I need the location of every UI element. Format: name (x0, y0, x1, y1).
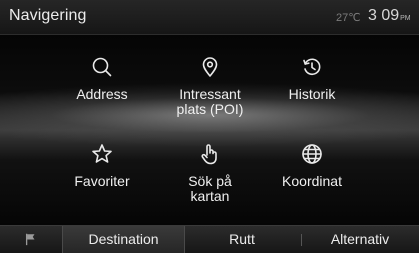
tab-alternatives[interactable]: Alternativ (301, 226, 419, 253)
star-icon (92, 144, 112, 163)
history-button[interactable]: Historik (252, 55, 372, 102)
hand-pointer-icon (201, 144, 217, 165)
favorites-button[interactable]: Favoriter (42, 142, 162, 189)
history-icon (303, 58, 321, 76)
search-icon (92, 57, 112, 77)
clock-ampm: PM (400, 15, 411, 22)
flag-icon (25, 233, 35, 246)
coordinates-button[interactable]: Koordinat (252, 142, 372, 189)
page-title: Navigering (9, 7, 87, 24)
outside-temperature: 27℃ (336, 12, 361, 24)
navigation-screen: Navigering 27℃ 3 09PM Address Intressant… (0, 0, 419, 253)
destination-menu: Address Intressant plats (POI) Historik … (0, 35, 419, 225)
globe-icon (302, 144, 322, 164)
coordinates-label: Koordinat (282, 173, 342, 189)
location-pin-icon (202, 57, 218, 77)
tab-destination[interactable]: Destination (62, 226, 185, 253)
clock: 3 09PM (368, 7, 411, 25)
address-label: Address (76, 86, 128, 102)
favorites-label: Favoriter (74, 173, 130, 189)
tab-bar: Destination Rutt Alternativ (0, 225, 419, 253)
history-label: Historik (288, 86, 336, 102)
address-button[interactable]: Address (42, 55, 162, 102)
header-bar: Navigering 27℃ 3 09PM (0, 0, 419, 35)
clock-time: 3 09 (368, 7, 400, 24)
tab-route[interactable]: Rutt (183, 226, 301, 253)
tab-flag[interactable] (0, 226, 62, 253)
